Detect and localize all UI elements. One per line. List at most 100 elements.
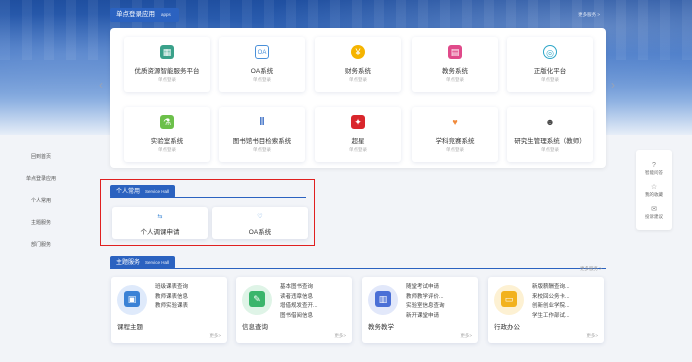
theme-card-more[interactable]: 更多> — [334, 333, 346, 339]
theme-card-admin: ▭ 行政办公 新版薪酬查询... 来校回公务卡... 创新创业学院... 学生工… — [488, 277, 604, 343]
graduate-icon: ☻ — [543, 115, 557, 129]
heart-outline-icon: ♡ — [257, 214, 263, 220]
theme-link[interactable]: 教师实验课表 — [155, 302, 188, 312]
theme-card-more[interactable]: 更多> — [586, 333, 598, 339]
theme-link[interactable]: 来校回公务卡... — [532, 293, 570, 303]
theme-link[interactable]: 图书借阅信息 — [280, 312, 318, 322]
app-tile-sub: 单点登录 — [349, 77, 367, 82]
hall-card-course-adjust[interactable]: ⇆ 个人调课申请 — [112, 207, 208, 239]
favorites-button[interactable]: ☆ 我的收藏 — [636, 184, 672, 198]
hall-card-label: 个人调课申请 — [140, 229, 180, 236]
app-tile-competition[interactable]: ♥ 学科竞赛系统 单点登录 — [412, 107, 498, 162]
smart-qa-button[interactable]: ? 智能问答 — [636, 162, 672, 176]
app-tile-licensing[interactable]: ◎ 正版化平台 单点登录 — [507, 37, 593, 92]
theme-card-more[interactable]: 更多> — [460, 333, 472, 339]
app-tile-sub: 单点登录 — [349, 147, 367, 152]
theme-link[interactable]: 教师课表信息 — [155, 293, 188, 303]
chaoxing-icon: ✦ — [351, 115, 365, 129]
admin-illustration: ▭ — [494, 285, 524, 315]
smart-qa-label: 智能问答 — [645, 170, 663, 175]
theme-link[interactable]: 创新创业学院... — [532, 302, 570, 312]
app-tile-library[interactable]: ‖ 图书馆书目检索系统 单点登录 — [219, 107, 305, 162]
app-tile-name: 学科竞赛系统 — [435, 138, 475, 145]
hall-card-oa[interactable]: ♡ OA系统 — [212, 207, 308, 239]
app-tile-name: OA系统 — [250, 68, 274, 75]
app-tile-oa[interactable]: OA OA系统 单点登录 — [219, 37, 305, 92]
app-tile-name: 图书馆书目检索系统 — [232, 138, 292, 145]
theme-card-category: 课程主题 — [117, 324, 143, 331]
nav-item-home[interactable]: 回到首页 — [16, 153, 66, 160]
theme-link[interactable]: 读者违章信息 — [280, 293, 318, 303]
course-icon: ▣ — [124, 291, 140, 307]
theme-link[interactable]: 基本图书查询 — [280, 283, 318, 293]
theme-divider — [110, 268, 606, 269]
academic-icon: ▤ — [448, 45, 462, 59]
theme-card-info: ✎ 信息查询 基本图书查询 读者违章信息 增借规发查开... 图书借阅信息 更多… — [236, 277, 352, 343]
theme-card-teaching: ▥ 教务教学 随堂考试申请 教师教学评价... 实验室信息查询 新开课堂申请 更… — [362, 277, 478, 343]
favorites-label: 我的收藏 — [645, 192, 663, 197]
app-tile-lab[interactable]: ⚗ 实验室系统 单点登录 — [124, 107, 210, 162]
app-tile-sub: 单点登录 — [158, 147, 176, 152]
teaching-illustration: ▥ — [368, 285, 398, 315]
edit-icon: ✎ — [249, 291, 265, 307]
app-tile-name: 实验室系统 — [150, 138, 184, 145]
app-tile-name: 财务系统 — [345, 68, 371, 75]
app-tile-sub: 单点登录 — [446, 147, 464, 152]
theme-card-more[interactable]: 更多> — [209, 333, 221, 339]
info-illustration: ✎ — [242, 285, 272, 315]
star-icon: ☆ — [650, 184, 658, 191]
carousel-prev-icon[interactable]: ‹ — [96, 78, 106, 92]
app-tile-sub: 单点登录 — [253, 147, 271, 152]
hall-card-label: OA系统 — [248, 229, 272, 236]
theme-link[interactable]: 新版薪酬查询... — [532, 283, 570, 293]
question-icon: ? — [652, 162, 656, 169]
finance-icon: ¥ — [351, 45, 365, 59]
theme-link[interactable]: 增借规发查开... — [280, 302, 318, 312]
sso-title-text: 单点登录应用 — [116, 11, 155, 18]
theme-link[interactable]: 新开课堂申请 — [406, 312, 445, 322]
document-icon: ▭ — [501, 291, 517, 307]
app-tile-name: 正版化平台 — [533, 68, 567, 75]
theme-title-en: Service Hall — [145, 260, 170, 265]
theme-link[interactable]: 班级课表查询 — [155, 283, 188, 293]
sso-section-header: 单点登录应用 apps 更多服务 > — [110, 8, 606, 24]
nav-item-department[interactable]: 部门服务 — [16, 241, 66, 248]
personal-title-en: Service Hall — [145, 189, 170, 194]
books-icon: ‖ — [255, 115, 269, 129]
oa-icon: OA — [255, 45, 269, 59]
app-tile-name: 教务系统 — [442, 68, 468, 75]
theme-link[interactable]: 学生工作部试... — [532, 312, 570, 322]
app-tile-finance[interactable]: ¥ 财务系统 单点登录 — [315, 37, 401, 92]
right-float-toolbar: ? 智能问答 ☆ 我的收藏 ✉ 投诉建议 — [636, 150, 672, 230]
teaching-icon: ▥ — [375, 291, 391, 307]
course-illustration: ▣ — [117, 285, 147, 315]
app-tile-graduate[interactable]: ☻ 研究生管理系统（教师） 单点登录 — [507, 107, 593, 162]
sso-more-link[interactable]: 更多服务 > — [578, 12, 600, 18]
licensing-icon: ◎ — [543, 45, 557, 59]
theme-more-link[interactable]: 更多服务 > — [580, 266, 602, 272]
nav-item-theme[interactable]: 主题服务 — [16, 219, 66, 226]
personal-title-text: 个人常用 — [116, 189, 141, 195]
theme-card-category: 信息查询 — [242, 324, 268, 331]
theme-link[interactable]: 教师教学评价... — [406, 293, 445, 303]
theme-link[interactable]: 实验室信息查询 — [406, 302, 445, 312]
nav-item-sso[interactable]: 单点登录应用 — [16, 175, 66, 182]
swap-icon: ⇆ — [157, 214, 163, 220]
app-tile-chaoxing[interactable]: ✦ 超星 单点登录 — [315, 107, 401, 162]
theme-link[interactable]: 随堂考试申请 — [406, 283, 445, 293]
lab-icon: ⚗ — [160, 115, 174, 129]
app-tile-academic[interactable]: ▤ 教务系统 单点登录 — [412, 37, 498, 92]
theme-title-text: 主题服务 — [116, 260, 141, 266]
app-tile-resource-platform[interactable]: ▦ 优质资源智能服务平台 单点登录 — [124, 37, 210, 92]
app-tile-sub: 单点登录 — [253, 77, 271, 82]
feedback-button[interactable]: ✉ 投诉建议 — [636, 206, 672, 220]
sso-section-title: 单点登录应用 apps — [110, 8, 179, 22]
nav-item-personal[interactable]: 个人常用 — [16, 197, 66, 204]
app-tile-name: 超星 — [351, 138, 365, 145]
personal-divider — [110, 197, 306, 198]
sso-title-en: apps — [161, 12, 171, 17]
sso-app-panel: ▦ 优质资源智能服务平台 单点登录 OA OA系统 单点登录 ¥ 财务系统 单点… — [110, 28, 606, 168]
heart-icon: ♥ — [448, 115, 462, 129]
app-tile-sub: 单点登录 — [541, 147, 559, 152]
carousel-next-icon[interactable]: › — [608, 78, 618, 92]
